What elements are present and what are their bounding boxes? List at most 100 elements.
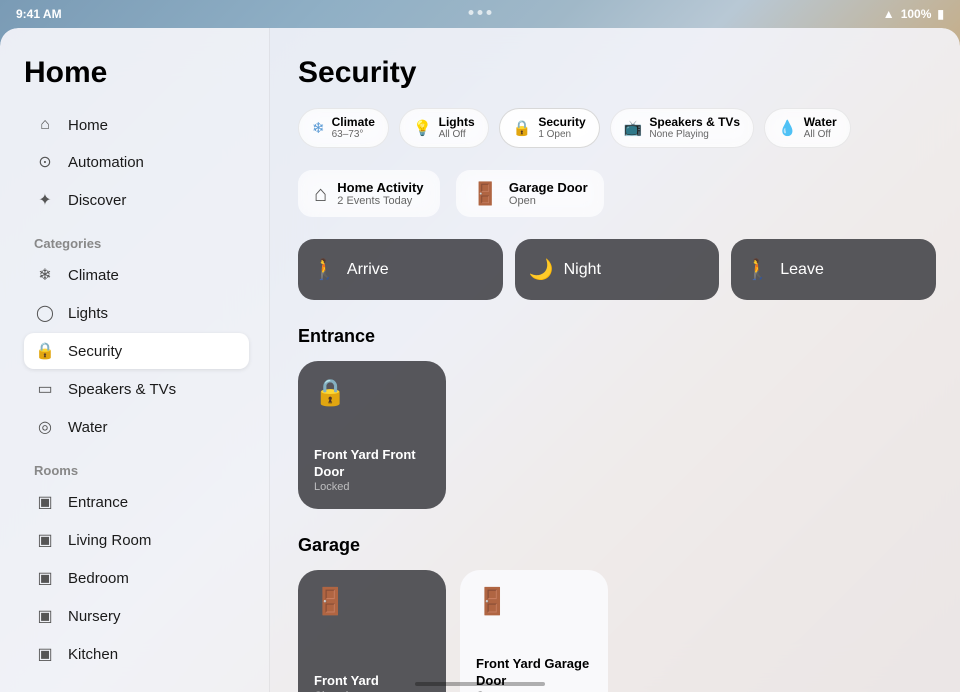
- tab-lights-sub: All Off: [439, 129, 475, 140]
- entrance-section-header: Entrance: [298, 326, 936, 347]
- tab-speakers[interactable]: 📺 Speakers & TVs None Playing: [610, 108, 754, 148]
- garage-door-icon: 🚪: [472, 181, 499, 207]
- climate-icon: ❄: [34, 265, 56, 285]
- tab-climate-sub: 63–73°: [332, 129, 375, 140]
- tab-water-sub: All Off: [804, 129, 837, 140]
- garage-device-grid: 🚪 Front Yard Closed 🚪 Front Yard Garage …: [298, 570, 936, 692]
- sidebar-item-automation-label: Automation: [68, 154, 144, 171]
- rooms-header: Rooms: [34, 463, 249, 478]
- front-yard-closed-card[interactable]: 🚪 Front Yard Closed: [298, 570, 446, 692]
- sidebar-item-security[interactable]: 🔒 Security: [24, 333, 249, 369]
- activity-row: ⌂ Home Activity 2 Events Today 🚪 Garage …: [298, 170, 936, 217]
- water-icon: ◎: [34, 417, 56, 437]
- home-activity-card[interactable]: ⌂ Home Activity 2 Events Today: [298, 170, 440, 217]
- tab-security[interactable]: 🔒 Security 1 Open: [499, 108, 600, 148]
- tab-water[interactable]: 💧 Water All Off: [764, 108, 851, 148]
- automation-icon: ⊙: [34, 152, 56, 172]
- categories-header: Categories: [34, 236, 249, 251]
- status-time: 9:41 AM: [16, 7, 62, 21]
- sidebar-item-home[interactable]: ⌂ Home: [24, 108, 249, 142]
- leave-scene-button[interactable]: 🚶 Leave: [731, 239, 936, 300]
- sidebar-item-water[interactable]: ◎ Water: [24, 409, 249, 445]
- home-icon: ⌂: [34, 116, 56, 134]
- tab-speakers-name: Speakers & TVs: [649, 116, 740, 129]
- sidebar-item-kitchen-label: Kitchen: [68, 646, 118, 663]
- lights-icon: ◯: [34, 303, 56, 323]
- tab-water-icon: 💧: [778, 119, 797, 137]
- sidebar-item-bedroom[interactable]: ▣ Bedroom: [24, 560, 249, 596]
- home-activity-icon: ⌂: [314, 181, 327, 207]
- scene-row: 🚶 Arrive 🌙 Night 🚶 Leave: [298, 239, 936, 300]
- sidebar-item-automation[interactable]: ⊙ Automation: [24, 144, 249, 180]
- tab-speakers-icon: 📺: [624, 119, 643, 137]
- garage-door-title: Garage Door: [509, 180, 588, 195]
- tab-climate[interactable]: ❄ Climate 63–73°: [298, 108, 389, 148]
- garage-section-header: Garage: [298, 535, 936, 556]
- tab-lights[interactable]: 💡 Lights All Off: [399, 108, 489, 148]
- home-activity-sub: 2 Events Today: [337, 195, 423, 207]
- top-dots: [469, 10, 492, 15]
- status-right: ▲ 100% ▮: [883, 7, 944, 21]
- home-activity-title: Home Activity: [337, 180, 423, 195]
- home-indicator: [415, 682, 545, 686]
- sidebar-item-home-label: Home: [68, 117, 108, 134]
- front-yard-garage-icon: 🚪: [476, 586, 592, 617]
- sidebar-item-entrance[interactable]: ▣ Entrance: [24, 484, 249, 520]
- arrive-scene-button[interactable]: 🚶 Arrive: [298, 239, 503, 300]
- arrive-label: Arrive: [347, 261, 389, 279]
- battery-percentage: 100%: [901, 7, 932, 21]
- tab-lights-icon: 💡: [413, 119, 432, 137]
- sidebar-item-kitchen[interactable]: ▣ Kitchen: [24, 636, 249, 672]
- garage-door-sub: Open: [509, 195, 588, 207]
- sidebar-item-speakers[interactable]: ▭ Speakers & TVs: [24, 371, 249, 407]
- front-yard-garage-card[interactable]: 🚪 Front Yard Garage Door Open: [460, 570, 608, 692]
- tab-security-sub: 1 Open: [538, 129, 585, 140]
- main-content: Security ❄ Climate 63–73° 💡 Lights All O…: [270, 28, 960, 692]
- sidebar-item-entrance-label: Entrance: [68, 494, 128, 511]
- speakers-icon: ▭: [34, 379, 56, 399]
- sidebar-item-lights-label: Lights: [68, 305, 108, 322]
- night-label: Night: [564, 261, 601, 279]
- kitchen-icon: ▣: [34, 644, 56, 664]
- sidebar-item-climate-label: Climate: [68, 267, 119, 284]
- sidebar-item-climate[interactable]: ❄ Climate: [24, 257, 249, 293]
- sidebar-item-discover[interactable]: ✦ Discover: [24, 182, 249, 218]
- main-container: Home ⌂ Home ⊙ Automation ✦ Discover Cate…: [0, 28, 960, 692]
- tab-climate-name: Climate: [332, 116, 375, 129]
- leave-icon: 🚶: [745, 257, 770, 282]
- tab-water-name: Water: [804, 116, 837, 129]
- tab-climate-icon: ❄: [312, 119, 325, 137]
- sidebar-item-nursery-label: Nursery: [68, 608, 121, 625]
- sidebar-item-livingroom-label: Living Room: [68, 532, 151, 549]
- tab-security-icon: 🔒: [513, 119, 532, 137]
- sidebar-item-speakers-label: Speakers & TVs: [68, 381, 176, 398]
- sidebar-item-lights[interactable]: ◯ Lights: [24, 295, 249, 331]
- arrive-icon: 🚶: [312, 257, 337, 282]
- sidebar-item-livingroom[interactable]: ▣ Living Room: [24, 522, 249, 558]
- leave-label: Leave: [780, 261, 824, 279]
- sidebar-item-bedroom-label: Bedroom: [68, 570, 129, 587]
- sidebar: Home ⌂ Home ⊙ Automation ✦ Discover Cate…: [0, 28, 270, 692]
- front-yard-door-icon: 🔒: [314, 377, 430, 408]
- sidebar-item-discover-label: Discover: [68, 192, 126, 209]
- battery-icon: ▮: [937, 7, 944, 21]
- tab-speakers-sub: None Playing: [649, 129, 740, 140]
- sidebar-item-security-label: Security: [68, 343, 122, 360]
- sidebar-title: Home: [24, 56, 249, 90]
- night-icon: 🌙: [529, 257, 554, 282]
- night-scene-button[interactable]: 🌙 Night: [515, 239, 720, 300]
- front-yard-door-name: Front Yard Front Door: [314, 447, 430, 481]
- security-icon: 🔒: [34, 341, 56, 361]
- front-yard-door-card[interactable]: 🔒 Front Yard Front Door Locked: [298, 361, 446, 509]
- wifi-icon: ▲: [883, 7, 895, 21]
- sidebar-item-nursery[interactable]: ▣ Nursery: [24, 598, 249, 634]
- nursery-icon: ▣: [34, 606, 56, 626]
- entrance-device-grid: 🔒 Front Yard Front Door Locked: [298, 361, 936, 509]
- page-title: Security: [298, 56, 936, 90]
- garage-door-card[interactable]: 🚪 Garage Door Open: [456, 170, 604, 217]
- sidebar-item-water-label: Water: [68, 419, 107, 436]
- front-yard-closed-icon: 🚪: [314, 586, 430, 617]
- front-yard-door-status: Locked: [314, 481, 430, 493]
- category-tabs: ❄ Climate 63–73° 💡 Lights All Off 🔒 Secu…: [298, 108, 936, 148]
- discover-icon: ✦: [34, 190, 56, 210]
